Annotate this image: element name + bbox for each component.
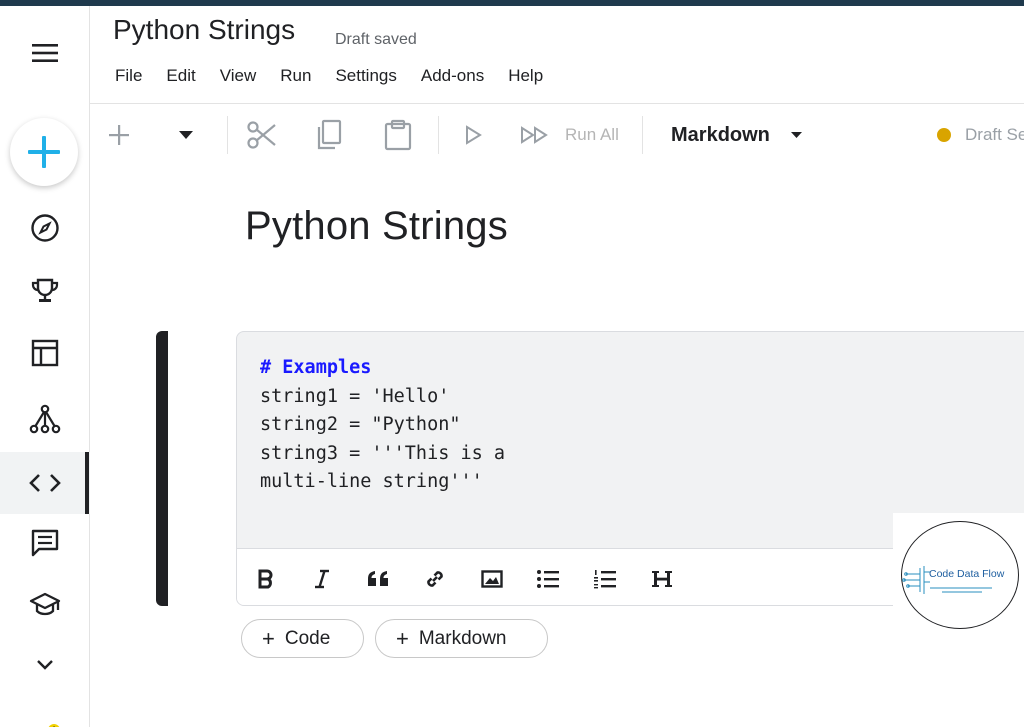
sidebar-item-competitions[interactable] <box>0 262 90 320</box>
cell-type-select[interactable]: Markdown <box>671 116 803 154</box>
run-all-label: Run All <box>565 125 619 144</box>
copy-button[interactable] <box>315 116 343 154</box>
code-line: string2 = "Python" <box>260 414 461 435</box>
menu-edit[interactable]: Edit <box>166 66 195 86</box>
top-accent-bar <box>0 0 1024 6</box>
status-dot <box>937 128 951 142</box>
learn-icon <box>29 592 61 616</box>
draft-status-text: Draft Se <box>965 125 1024 144</box>
menu-settings[interactable]: Settings <box>335 66 396 86</box>
bold-button[interactable] <box>251 564 281 594</box>
bullet-list-icon <box>537 570 559 588</box>
italic-icon <box>315 569 329 589</box>
toolbar-divider <box>642 116 643 154</box>
menu-button[interactable] <box>0 24 90 82</box>
code-line: string3 = '''This is a <box>260 442 506 464</box>
fast-forward-icon <box>521 126 548 144</box>
sidebar-item-datasets[interactable] <box>0 324 90 382</box>
add-cell-button[interactable] <box>108 116 130 154</box>
compass-icon <box>31 214 59 242</box>
link-icon <box>427 571 443 587</box>
menu-addons[interactable]: Add-ons <box>421 66 484 86</box>
toolbar-divider <box>438 116 439 154</box>
sidebar-more-button[interactable] <box>0 636 90 694</box>
discussion-icon <box>31 529 59 557</box>
copy-icon <box>317 119 342 150</box>
code-line-comment: # Examples <box>260 357 372 378</box>
save-status: Draft saved <box>335 31 417 48</box>
plus-icon: + <box>396 625 409 651</box>
italic-button[interactable] <box>307 564 337 594</box>
sidebar-item-code[interactable] <box>0 452 90 514</box>
cell-type-value: Markdown <box>671 123 770 146</box>
logo-circle: Code Data Flow <box>901 521 1019 629</box>
watermark-logo: Code Data Flow <box>893 513 1024 633</box>
bold-icon <box>258 569 273 589</box>
scissors-icon <box>247 121 276 149</box>
plus-icon: + <box>262 625 275 651</box>
code-icon <box>29 474 61 492</box>
model-icon <box>29 404 61 434</box>
plus-icon <box>109 125 129 145</box>
trophy-icon <box>31 278 59 302</box>
heading-icon <box>652 571 672 587</box>
menu-help[interactable]: Help <box>508 66 543 86</box>
quote-button[interactable] <box>363 564 393 594</box>
add-code-cell-label: Code <box>284 627 331 649</box>
active-cell-indicator <box>156 331 168 606</box>
sidebar-item-models[interactable] <box>0 390 90 448</box>
active-indicator <box>85 452 89 514</box>
toolbar-divider <box>227 116 228 154</box>
add-markdown-cell-button[interactable]: + Markdown <box>375 619 548 658</box>
heading-button[interactable] <box>647 564 677 594</box>
paste-button[interactable] <box>384 116 412 154</box>
bullet-list-button[interactable] <box>533 564 563 594</box>
add-code-cell-button[interactable]: + Code <box>241 619 364 658</box>
left-navigation-rail: 1 <box>0 6 90 727</box>
cell-source[interactable]: # Examples string1 = 'Hello' string2 = "… <box>260 354 505 497</box>
menu-run[interactable]: Run <box>280 66 311 86</box>
sidebar-item-explore[interactable] <box>0 199 90 257</box>
numbered-list-icon <box>594 570 616 589</box>
run-cell-button[interactable] <box>464 116 482 154</box>
clipboard-icon <box>384 119 412 151</box>
sidebar-item-discussions[interactable] <box>0 514 90 572</box>
menu-view[interactable]: View <box>220 66 257 86</box>
image-icon <box>481 570 503 588</box>
markdown-heading[interactable]: Python Strings <box>245 204 508 249</box>
add-icon <box>28 136 60 168</box>
link-button[interactable] <box>420 564 450 594</box>
play-icon <box>466 125 482 145</box>
code-line: multi-line string''' <box>260 471 483 492</box>
header-divider <box>90 103 1024 104</box>
sidebar-item-learn[interactable] <box>0 576 90 634</box>
code-line: string1 = 'Hello' <box>260 385 450 407</box>
caret-down-icon <box>790 132 802 138</box>
numbered-list-button[interactable] <box>590 564 620 594</box>
add-cell-dropdown[interactable] <box>178 116 194 154</box>
draft-session-status[interactable]: Draft Se <box>937 116 1024 154</box>
caret-down-icon <box>179 131 193 139</box>
menu-icon <box>32 44 58 62</box>
quote-icon <box>368 571 388 586</box>
menu-bar: File Edit View Run Settings Add-ons Help <box>115 66 567 86</box>
table-icon <box>31 339 59 367</box>
add-markdown-cell-label: Markdown <box>418 627 507 649</box>
cut-button[interactable] <box>246 116 278 154</box>
logo-text: Code Data Flow <box>929 568 1005 580</box>
run-all-button[interactable]: Run All <box>520 116 619 154</box>
chevron-down-icon <box>37 660 53 670</box>
notebook-title[interactable]: Python Strings <box>113 14 295 46</box>
image-button[interactable] <box>477 564 507 594</box>
create-button[interactable] <box>10 118 78 186</box>
menu-file[interactable]: File <box>115 66 142 86</box>
